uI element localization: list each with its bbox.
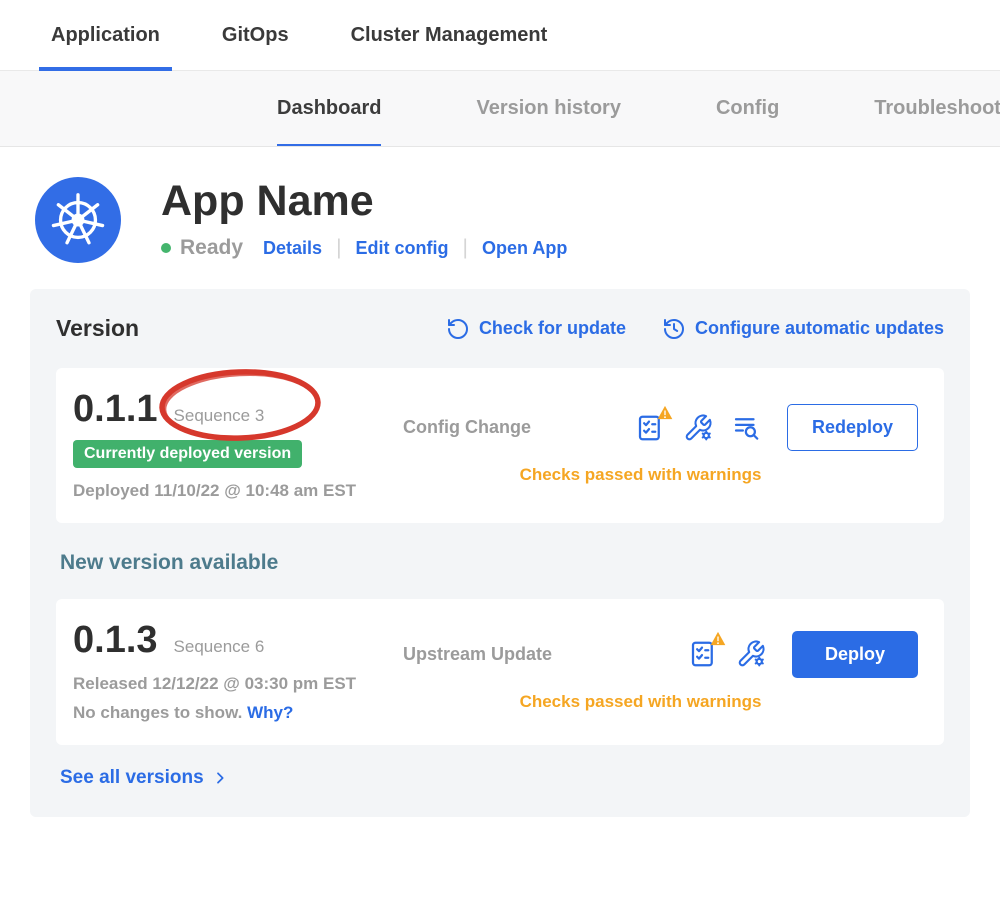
check-for-update-label: Check for update: [479, 318, 626, 339]
new-version-action-row: Upstream Update: [403, 631, 918, 678]
new-version-number: 0.1.3: [73, 619, 158, 662]
current-version-actions: Config Change: [403, 388, 918, 501]
redeploy-button[interactable]: Redeploy: [787, 404, 918, 451]
current-version-number: 0.1.1: [73, 388, 158, 431]
version-check-icons: [635, 413, 761, 443]
wrench-gear-icon: [736, 639, 766, 669]
open-app-link[interactable]: Open App: [482, 238, 567, 259]
config-wrench-icon[interactable]: [736, 639, 766, 669]
configure-automatic-updates-label: Configure automatic updates: [695, 318, 944, 339]
tab-dashboard[interactable]: Dashboard: [277, 71, 381, 146]
current-version-line: 0.1.1 Sequence 3: [73, 388, 403, 431]
preflight-checks-icon[interactable]: [635, 413, 665, 443]
tab-version-history[interactable]: Version history: [476, 71, 621, 146]
new-version-sequence: Sequence 6: [174, 637, 265, 657]
chevron-right-icon: [212, 770, 228, 786]
no-changes-text: No changes to show.: [73, 703, 242, 722]
link-separator: |: [336, 236, 341, 260]
page-title: App Name: [161, 179, 567, 224]
see-all-versions-link[interactable]: See all versions: [60, 767, 228, 789]
helm-wheel-icon: [47, 189, 109, 251]
kubernetes-logo-icon: [35, 177, 121, 263]
warning-triangle-icon: [657, 405, 673, 420]
top-nav-item-gitops[interactable]: GitOps: [216, 0, 295, 70]
tab-config[interactable]: Config: [716, 71, 779, 146]
current-version-action-row: Config Change: [403, 404, 918, 451]
warning-triangle-icon: [710, 631, 726, 646]
version-check-icons: [688, 639, 766, 669]
file-search-icon: [731, 413, 761, 443]
new-version-info: 0.1.3 Sequence 6 Released 12/12/22 @ 03:…: [73, 619, 403, 723]
no-changes-line: No changes to show. Why?: [73, 703, 403, 723]
clock-refresh-icon: [662, 317, 686, 341]
ready-status-label: Ready: [180, 236, 243, 260]
app-header-text: App Name Ready Details | Edit config | O…: [161, 177, 567, 260]
details-link[interactable]: Details: [263, 238, 322, 259]
app-meta-row: Ready Details | Edit config | Open App: [161, 236, 567, 260]
checks-status-text: Checks passed with warnings: [403, 465, 918, 485]
deploy-button[interactable]: Deploy: [792, 631, 918, 678]
version-card: Version Check for update Configure autom…: [30, 289, 970, 817]
link-separator: |: [463, 236, 468, 260]
version-card-header: Version Check for update Configure autom…: [56, 315, 944, 342]
see-all-versions-label: See all versions: [60, 767, 204, 789]
change-type-label: Config Change: [403, 417, 593, 438]
view-files-icon[interactable]: [731, 413, 761, 443]
app-sub-navigation: Dashboard Version history Config Trouble…: [0, 71, 1000, 147]
configure-automatic-updates-button[interactable]: Configure automatic updates: [662, 317, 944, 341]
current-version-sequence: Sequence 3: [174, 406, 265, 426]
change-type-label: Upstream Update: [403, 644, 593, 665]
deployed-date: Deployed 11/10/22 @ 10:48 am EST: [73, 481, 403, 501]
top-nav-item-cluster-management[interactable]: Cluster Management: [345, 0, 554, 70]
new-version-actions: Upstream Update: [403, 619, 918, 723]
check-for-update-button[interactable]: Check for update: [446, 317, 626, 341]
version-card-actions: Check for update Configure automatic upd…: [446, 317, 944, 341]
why-link[interactable]: Why?: [247, 703, 293, 722]
new-version-line: 0.1.3 Sequence 6: [73, 619, 403, 662]
currently-deployed-badge: Currently deployed version: [73, 440, 302, 468]
wrench-gear-icon: [683, 413, 713, 443]
preflight-checks-icon[interactable]: [688, 639, 718, 669]
released-date: Released 12/12/22 @ 03:30 pm EST: [73, 674, 403, 694]
config-wrench-icon[interactable]: [683, 413, 713, 443]
top-navigation: Application GitOps Cluster Management: [0, 0, 1000, 71]
ready-status-dot-icon: [161, 243, 171, 253]
app-header: App Name Ready Details | Edit config | O…: [0, 147, 1000, 263]
tab-troubleshoot[interactable]: Troubleshoot: [874, 71, 1000, 146]
checks-status-text: Checks passed with warnings: [403, 692, 918, 712]
refresh-icon: [446, 317, 470, 341]
current-version-box: 0.1.1 Sequence 3 Currently deployed vers…: [56, 368, 944, 523]
current-version-info: 0.1.1 Sequence 3 Currently deployed vers…: [73, 388, 403, 501]
top-nav-item-application[interactable]: Application: [45, 0, 166, 70]
edit-config-link[interactable]: Edit config: [356, 238, 449, 259]
version-card-title: Version: [56, 315, 139, 342]
new-version-box: 0.1.3 Sequence 6 Released 12/12/22 @ 03:…: [56, 599, 944, 745]
new-version-available-heading: New version available: [60, 551, 944, 575]
